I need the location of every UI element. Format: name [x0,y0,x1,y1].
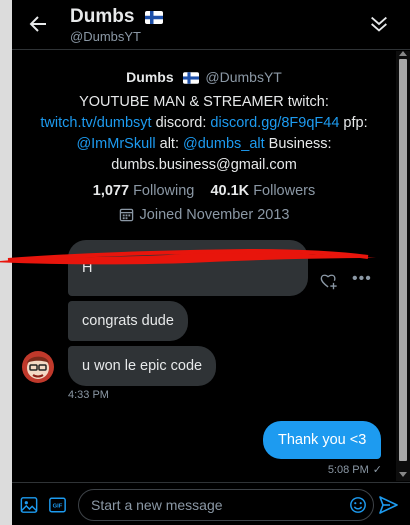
conversation-header: Dumbs @DumbsYT [12,0,410,50]
more-dots-icon[interactable]: ••• [352,271,372,287]
following-label: Following [133,183,195,199]
scrollbar[interactable] [396,51,410,481]
profile-handle: @DumbsYT [205,69,282,85]
gif-icon[interactable]: GIF [48,496,67,514]
profile-summary: Dumbs @DumbsYT YOUTUBE MAN & STREAMER tw… [12,69,396,223]
message-composer: GIF [12,482,410,525]
profile-joined: Joined November 2013 [12,207,396,223]
followers-label: Followers [253,183,316,199]
finland-flag-icon [144,11,163,24]
skull-avatar-icon [22,351,54,383]
bio-text: pfp: [339,115,368,131]
twitch-link[interactable]: twitch.tv/dumbsyt [40,115,151,131]
bio-text: alt: [155,136,184,152]
pfp-mention-link[interactable]: @ImMrSkull [76,136,155,152]
message-timestamp: 4:33 PM [68,389,109,401]
finland-flag-icon [182,72,199,84]
calendar-icon [119,208,133,222]
incoming-message-bubble[interactable]: congrats dude [68,301,188,341]
add-reaction-icon[interactable] [320,273,338,291]
alt-mention-link[interactable]: @dumbs_alt [183,136,265,152]
scroll-up-arrow-icon[interactable] [399,51,407,56]
sent-check-icon: ✓ [372,464,382,476]
scrollbar-thumb[interactable] [399,59,407,461]
avatar[interactable] [22,351,54,383]
outgoing-time: 5:08 PM [327,464,369,476]
joined-date: Joined November 2013 [139,207,290,223]
profile-name[interactable]: Dumbs [126,69,173,85]
followers-count: 40.1K [210,183,250,199]
message-input-wrapper [78,489,374,521]
message-input[interactable] [91,490,331,520]
message-timestamp: 5:08 PM ✓ [328,463,382,476]
discord-link[interactable]: discord.gg/8F9qF44 [210,115,339,131]
profile-name-row: Dumbs @DumbsYT [12,69,396,85]
collapse-chevrons-icon[interactable] [368,13,390,35]
followers-link[interactable]: 40.1K Followers [210,183,315,199]
dm-window: Dumbs @DumbsYT Dumbs @DumbsYT YOUTUBE MA… [12,0,410,525]
bio-text: discord: [151,115,211,131]
profile-bio: YOUTUBE MAN & STREAMER twitch: twitch.tv… [12,92,396,176]
bio-text: YOUTUBE MAN & STREAMER twitch: [79,94,329,110]
image-icon[interactable] [20,496,38,514]
svg-text:GIF: GIF [53,504,63,510]
following-link[interactable]: 1,077 Following [93,183,195,199]
scroll-down-arrow-icon[interactable] [399,472,407,477]
message-list[interactable]: Dumbs @DumbsYT YOUTUBE MAN & STREAMER tw… [12,51,396,481]
incoming-message-bubble[interactable]: H [68,240,308,296]
following-count: 1,077 [92,183,130,199]
header-name: Dumbs [70,6,135,27]
back-arrow-icon[interactable] [26,12,50,36]
incoming-message-bubble[interactable]: u won le epic code [68,346,217,386]
profile-stats: 1,077 Following 40.1K Followers [12,183,396,199]
outgoing-message-bubble[interactable]: Thank you <3 [263,421,382,459]
header-handle: @DumbsYT [70,29,141,44]
emoji-icon[interactable] [349,496,367,514]
header-title[interactable]: Dumbs [70,6,163,28]
send-icon[interactable] [378,495,398,515]
